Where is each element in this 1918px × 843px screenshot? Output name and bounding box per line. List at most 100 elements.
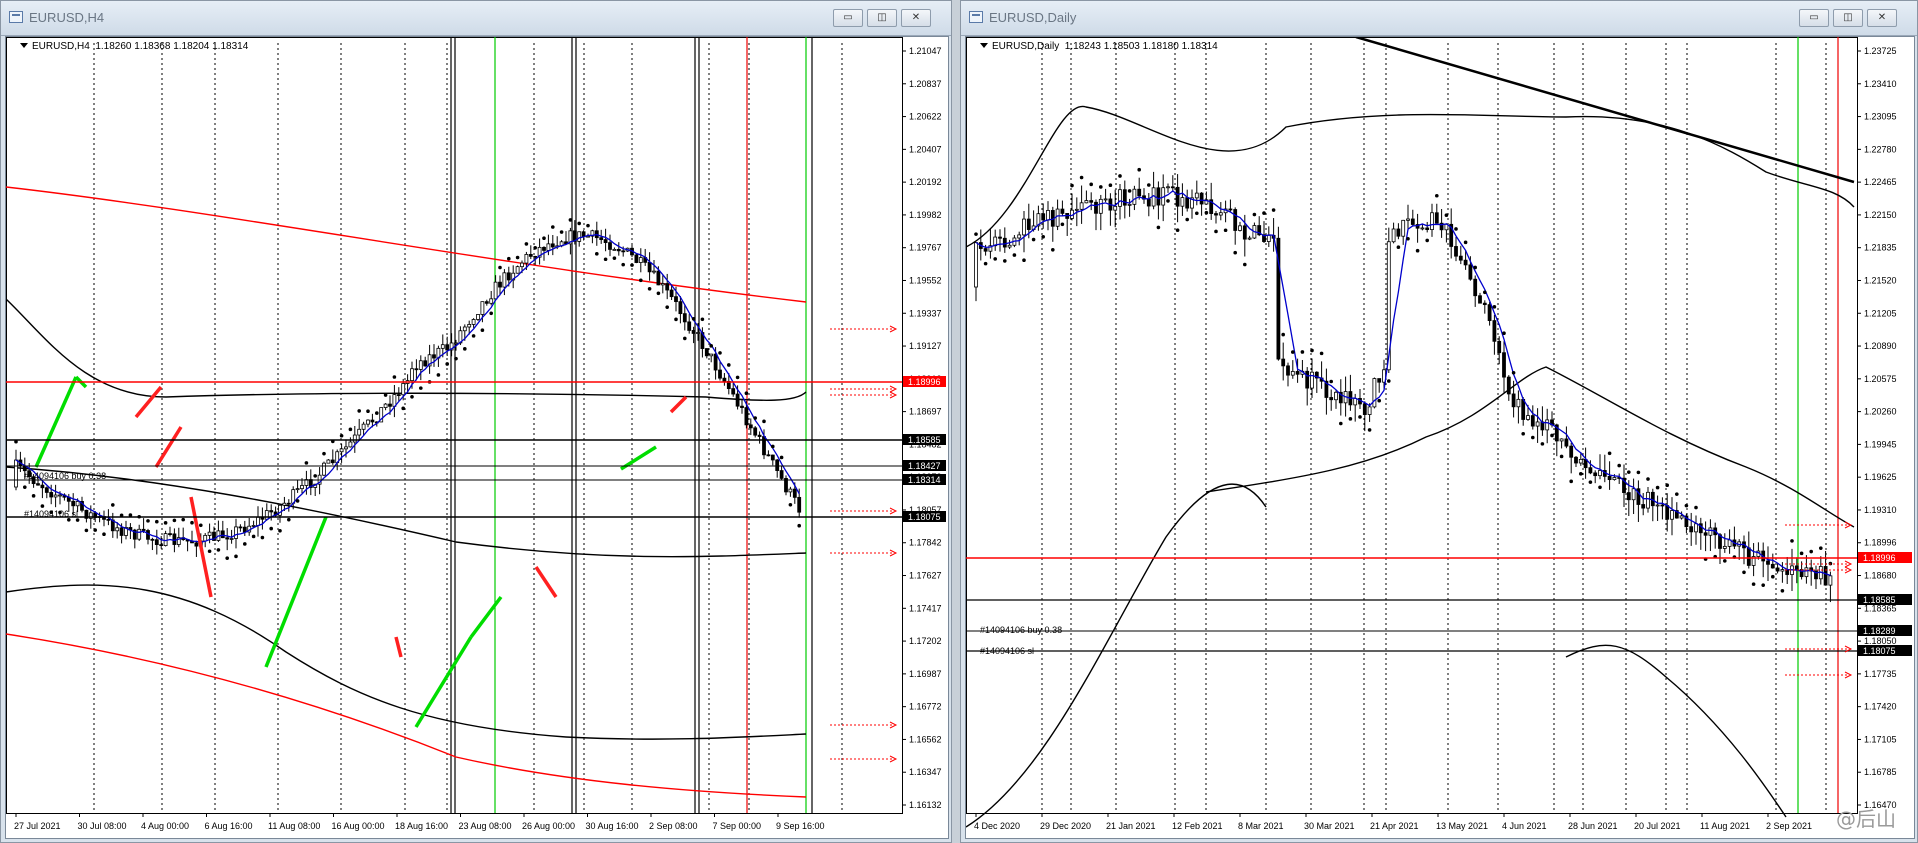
psar-dot xyxy=(621,262,625,267)
candle-body xyxy=(1569,445,1574,458)
dropdown-icon[interactable] xyxy=(980,43,988,48)
candle-body xyxy=(388,403,392,407)
price-chart[interactable]: 1.23725 1.23410 1.23095 1.22780 1.22465 1.221… xyxy=(966,37,1914,841)
price-axis-label: 1.19982 xyxy=(909,210,942,220)
candle-body xyxy=(1334,391,1338,401)
candle-body xyxy=(1766,560,1770,565)
psar-dot xyxy=(313,474,318,478)
price-axis-label: 1.22150 xyxy=(1864,210,1897,220)
psar-dot xyxy=(1761,583,1765,587)
minimize-button[interactable]: ▭ xyxy=(833,9,863,27)
psar-dot xyxy=(1627,470,1631,474)
restore-button[interactable]: ◫ xyxy=(867,9,897,27)
psar-dot xyxy=(1550,433,1554,438)
psar-dot xyxy=(1492,305,1497,309)
candle-body xyxy=(1410,218,1415,225)
candle-body xyxy=(687,321,692,331)
time-axis-label: 28 Jun 2021 xyxy=(1568,821,1618,831)
time-axis-label: 18 Aug 16:00 xyxy=(395,821,448,831)
title-bar[interactable]: EURUSD,H4 ▭ ◫ ✕ xyxy=(1,1,951,36)
candle-body xyxy=(1118,189,1122,207)
candle-body xyxy=(392,394,397,407)
psar-dot xyxy=(445,362,450,366)
candle-body xyxy=(445,344,450,351)
candle-body xyxy=(489,298,494,304)
candle-body xyxy=(119,527,124,536)
price-axis-label: 1.22780 xyxy=(1864,144,1897,154)
candle-body xyxy=(440,344,445,349)
chart-area[interactable]: 1.21047 1.20837 1.20622 1.20407 1.20192 1.199… xyxy=(5,36,949,839)
price-tag-label: 1.18075 xyxy=(1863,646,1896,656)
candle-body xyxy=(1694,523,1698,533)
close-button[interactable]: ✕ xyxy=(901,9,931,27)
time-axis-label: 30 Mar 2021 xyxy=(1304,821,1355,831)
psar-dot xyxy=(1195,211,1199,216)
candle-body xyxy=(1185,197,1190,209)
candle-body xyxy=(1166,186,1170,189)
psar-dot xyxy=(1483,290,1487,295)
psar-dot xyxy=(612,256,617,260)
price-axis-label: 1.22465 xyxy=(1864,177,1897,187)
psar-dot xyxy=(498,265,502,270)
price-axis-label: 1.19310 xyxy=(1864,505,1897,515)
candle-body xyxy=(638,257,643,263)
candle-body xyxy=(1574,456,1578,464)
candle-body xyxy=(1214,213,1218,216)
psar-dot xyxy=(251,534,256,539)
psar-dot xyxy=(1607,451,1612,456)
psar-dot xyxy=(1223,228,1228,233)
chart-area[interactable]: 1.23725 1.23410 1.23095 1.22780 1.22465 1.221… xyxy=(965,36,1915,839)
psar-dot xyxy=(1473,265,1477,270)
candle-body xyxy=(528,254,533,257)
candle-body xyxy=(1655,504,1660,507)
window-title: EURUSD,Daily xyxy=(989,10,1077,25)
psar-dot xyxy=(1799,551,1804,556)
price-axis-label: 1.17627 xyxy=(909,571,942,581)
candle-body xyxy=(1463,259,1468,266)
candle-body xyxy=(753,427,758,436)
minimize-button[interactable]: ▭ xyxy=(1799,9,1829,27)
candle-body xyxy=(278,504,282,516)
candle-body xyxy=(1305,370,1310,389)
candle-body xyxy=(770,454,775,461)
candle-body xyxy=(1002,237,1007,248)
candle-body xyxy=(1689,526,1694,533)
candle-body xyxy=(234,526,238,539)
candle-body xyxy=(115,527,120,532)
title-bar[interactable]: EURUSD,Daily ▭ ◫ ✕ xyxy=(961,1,1917,36)
candle-body xyxy=(1175,186,1180,207)
candle-body xyxy=(163,533,168,547)
psar-dot xyxy=(595,252,599,256)
price-axis-label: 1.20575 xyxy=(1864,374,1897,384)
candle-body xyxy=(1588,467,1593,474)
candle-body xyxy=(53,494,58,498)
candle-body xyxy=(326,459,331,464)
price-axis-label: 1.19337 xyxy=(909,308,942,318)
psar-dot xyxy=(322,451,326,456)
dropdown-icon[interactable] xyxy=(20,43,28,48)
candle-body xyxy=(1103,198,1108,201)
chart-window-h4[interactable]: EURUSD,H4 ▭ ◫ ✕ 1.21047 1.20837 1.20622 1.2… xyxy=(0,0,952,843)
price-chart[interactable]: 1.21047 1.20837 1.20622 1.20407 1.20192 1.199… xyxy=(6,37,948,841)
candle-body xyxy=(1401,219,1406,237)
psar-dot xyxy=(1406,237,1410,241)
psar-dot xyxy=(1540,442,1545,446)
price-axis-label: 1.16132 xyxy=(909,800,942,810)
psar-dot xyxy=(1271,208,1276,212)
price-axis-label: 1.18697 xyxy=(909,407,942,417)
psar-dot xyxy=(163,521,168,525)
candle-body xyxy=(660,283,665,286)
price-axis-label: 1.19552 xyxy=(909,275,942,285)
close-button[interactable]: ✕ xyxy=(1867,9,1897,27)
candle-body xyxy=(1521,398,1526,420)
candle-body xyxy=(1454,246,1458,257)
candle-body xyxy=(1804,567,1809,578)
candle-body xyxy=(1367,406,1372,415)
chart-window-daily[interactable]: EURUSD,Daily ▭ ◫ ✕ 1.23725 1.23410 1.23095… xyxy=(960,0,1918,843)
candle-body xyxy=(154,539,159,546)
candle-body xyxy=(1146,198,1151,207)
candle-body xyxy=(44,487,49,493)
restore-button[interactable]: ◫ xyxy=(1833,9,1863,27)
psar-dot xyxy=(1339,421,1343,426)
psar-dot xyxy=(436,373,441,377)
